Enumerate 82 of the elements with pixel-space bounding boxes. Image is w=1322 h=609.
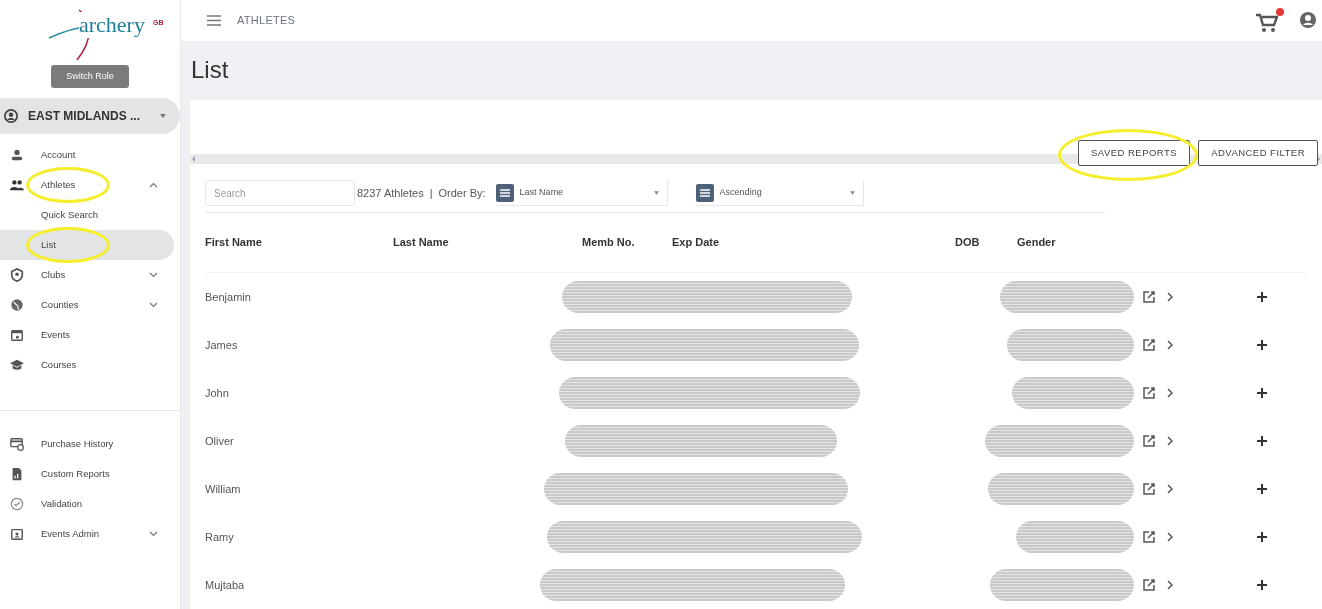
table-cell-text: Benjamin xyxy=(205,289,252,305)
chevron-right-icon[interactable] xyxy=(1167,340,1173,350)
external-link-icon[interactable] xyxy=(1143,531,1155,543)
nav-item[interactable]: Custom Reports xyxy=(0,459,174,489)
person-icon xyxy=(10,148,24,162)
plus-icon[interactable] xyxy=(1257,484,1267,494)
chevron-icon xyxy=(149,531,158,537)
globe-icon xyxy=(10,298,24,312)
dropdown-icon xyxy=(849,190,855,195)
calendar-person-icon xyxy=(10,527,24,541)
breadcrumb: ATHLETES xyxy=(237,13,296,29)
external-link-icon[interactable] xyxy=(1143,291,1155,303)
plus-icon[interactable] xyxy=(1257,340,1267,350)
table-cell-text: John xyxy=(205,385,230,401)
nav-item[interactable]: Quick Search xyxy=(0,200,174,230)
cart-icon[interactable] xyxy=(1256,12,1278,33)
chevron-icon xyxy=(149,272,158,278)
column-header: Last Name xyxy=(393,235,450,251)
dropdown-icon xyxy=(160,114,166,118)
nav-item[interactable]: Purchase History xyxy=(0,429,174,459)
column-header: Gender xyxy=(1017,235,1057,251)
column-header: Memb No. xyxy=(582,235,636,251)
nav-item[interactable]: Clubs xyxy=(0,260,174,290)
nav-item[interactable]: Validation xyxy=(0,489,174,519)
people-icon xyxy=(10,178,24,192)
page-title: List xyxy=(191,55,229,86)
card-icon xyxy=(10,437,24,451)
chevron-right-icon[interactable] xyxy=(1167,580,1173,590)
athlete-count: 8237 Athletes xyxy=(357,185,424,201)
check-circle-icon xyxy=(10,497,24,511)
role-selector[interactable]: EAST MIDLANDS ... xyxy=(0,98,180,134)
separator: | xyxy=(429,185,433,201)
calendar-icon xyxy=(10,328,24,342)
report-icon xyxy=(10,467,24,481)
account-icon[interactable] xyxy=(1300,11,1316,30)
external-link-icon[interactable] xyxy=(1143,483,1155,495)
column-header: DOB xyxy=(955,235,981,251)
chevron-right-icon[interactable] xyxy=(1167,436,1173,446)
nav-item[interactable]: Account xyxy=(0,140,174,170)
nav-item[interactable]: Events xyxy=(0,320,174,350)
external-link-icon[interactable] xyxy=(1143,387,1155,399)
plus-icon[interactable] xyxy=(1257,532,1267,542)
chevron-icon xyxy=(149,302,158,308)
dropdown-icon xyxy=(653,190,659,195)
table-cell-text: Mujtaba xyxy=(205,577,246,593)
chevron-right-icon[interactable] xyxy=(1167,292,1173,302)
column-header: First Name xyxy=(205,235,263,251)
order-by-dropdown[interactable]: Last Name xyxy=(495,180,668,206)
external-link-icon[interactable] xyxy=(1143,435,1155,447)
nav-item[interactable]: List xyxy=(0,230,174,260)
order-by-label: Order By: xyxy=(438,185,486,201)
column-header: Exp Date xyxy=(672,235,721,251)
menu-icon[interactable] xyxy=(207,14,221,26)
list-icon xyxy=(495,183,514,202)
table-cell-text: Oliver xyxy=(205,433,235,449)
table-cell-text: William xyxy=(205,481,242,497)
chevron-right-icon[interactable] xyxy=(1167,484,1173,494)
nav-item[interactable]: Counties xyxy=(0,290,174,320)
direction-dropdown[interactable]: Ascending xyxy=(695,180,864,206)
graduation-cap-icon xyxy=(10,358,24,372)
horizontal-scrollbar[interactable] xyxy=(190,154,1322,164)
nav-item[interactable]: Events Admin xyxy=(0,519,174,549)
saved-reports-button[interactable]: SAVED REPORTS xyxy=(1078,140,1191,166)
nav-item[interactable]: Courses xyxy=(0,350,174,380)
search-field[interactable]: Search xyxy=(205,180,355,206)
switch-role-button[interactable]: Switch Role xyxy=(51,65,129,88)
plus-icon[interactable] xyxy=(1257,580,1267,590)
external-link-icon[interactable] xyxy=(1143,579,1155,591)
chevron-right-icon[interactable] xyxy=(1167,388,1173,398)
nav-item[interactable]: Athletes xyxy=(0,170,174,200)
table-cell-text: James xyxy=(205,337,239,353)
account-icon xyxy=(4,109,18,123)
plus-icon[interactable] xyxy=(1257,436,1267,446)
shield-icon xyxy=(10,268,24,282)
chevron-right-icon[interactable] xyxy=(1167,532,1173,542)
table-cell-text: Ramy xyxy=(205,529,235,545)
plus-icon[interactable] xyxy=(1257,292,1267,302)
advanced-filter-button[interactable]: ADVANCED FILTER xyxy=(1198,140,1318,166)
list-icon xyxy=(695,183,714,202)
chevron-icon xyxy=(149,182,158,188)
external-link-icon[interactable] xyxy=(1143,339,1155,351)
plus-icon[interactable] xyxy=(1257,388,1267,398)
